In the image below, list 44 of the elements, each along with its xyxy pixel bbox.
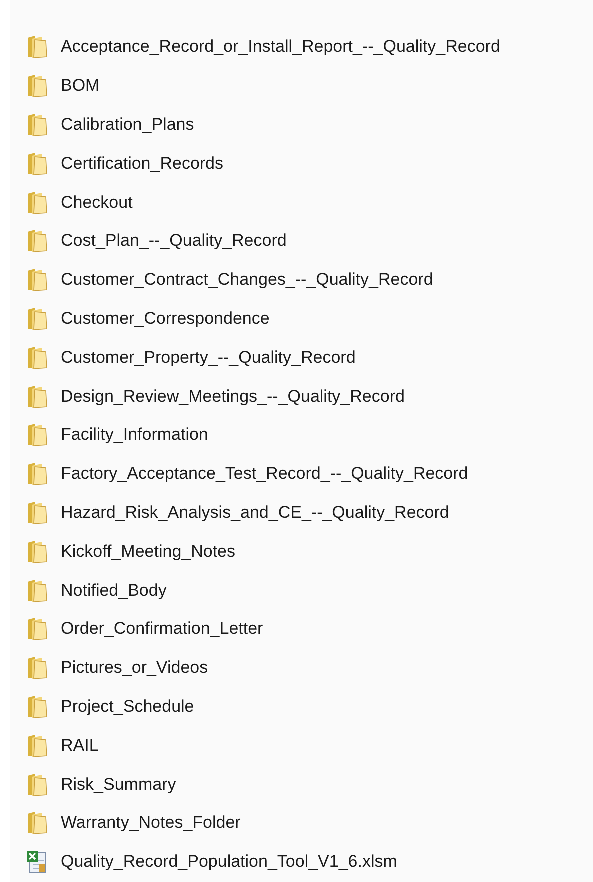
- folder-icon: [26, 540, 48, 564]
- folder-icon: [26, 772, 48, 797]
- file-name[interactable]: Cost_Plan_--_Quality_Record: [61, 231, 287, 252]
- file-name[interactable]: Risk_Summary: [61, 774, 176, 795]
- file-name[interactable]: Calibration_Plans: [61, 114, 194, 135]
- file-name[interactable]: BOM: [61, 76, 100, 96]
- folder-icon: [26, 152, 48, 176]
- file-name[interactable]: Warranty_Notes_Folder: [61, 813, 241, 834]
- file-name[interactable]: Acceptance_Record_or_Install_Report_--_Quality_Record: [61, 37, 500, 58]
- file-name[interactable]: Quality_Record_Population_Tool_V1_6.xlsm: [61, 852, 398, 872]
- file-name[interactable]: Checkout: [61, 192, 133, 213]
- file-name[interactable]: Hazard_Risk_Analysis_and_CE_--_Quality_Record: [61, 502, 450, 523]
- folder-icon: [26, 734, 48, 758]
- folder-icon: [26, 423, 48, 448]
- file-name[interactable]: Customer_Property_--_Quality_Record: [61, 348, 356, 368]
- file-name[interactable]: Notified_Body: [61, 580, 167, 601]
- folder-icon: [26, 346, 48, 370]
- file-name[interactable]: Facility_Information: [61, 425, 208, 446]
- folder-icon: [26, 500, 48, 525]
- folder-icon: [26, 656, 48, 680]
- file-name[interactable]: Customer_Correspondence: [61, 308, 270, 329]
- folder-icon: [26, 74, 48, 98]
- folder-icon: [26, 578, 48, 603]
- file-name[interactable]: Order_Confirmation_Letter: [61, 619, 264, 640]
- folder-icon: [26, 384, 48, 409]
- file-name[interactable]: RAIL: [61, 736, 99, 756]
- file-name[interactable]: Pictures_or_Videos: [61, 658, 208, 678]
- spreadsheet-file-icon: [26, 850, 48, 874]
- folder-icon: [26, 35, 48, 60]
- folder-icon: [26, 811, 48, 836]
- folder-icon: [26, 617, 48, 642]
- file-name[interactable]: Project_Schedule: [61, 696, 194, 717]
- folder-icon: [26, 694, 48, 719]
- folder-icon: [26, 190, 48, 215]
- folder-icon: [26, 229, 48, 254]
- folder-icon: [26, 306, 48, 331]
- folder-icon: [26, 268, 48, 292]
- folder-icon: [26, 462, 48, 486]
- file-name[interactable]: Customer_Contract_Changes_--_Quality_Record: [61, 270, 434, 290]
- file-name[interactable]: Design_Review_Meetings_--_Quality_Record: [61, 386, 405, 407]
- folder-icon: [26, 112, 48, 137]
- file-name[interactable]: Kickoff_Meeting_Notes: [61, 542, 236, 562]
- file-name[interactable]: Certification_Records: [61, 154, 224, 174]
- file-name[interactable]: Factory_Acceptance_Test_Record_--_Quality_Record: [61, 464, 468, 484]
